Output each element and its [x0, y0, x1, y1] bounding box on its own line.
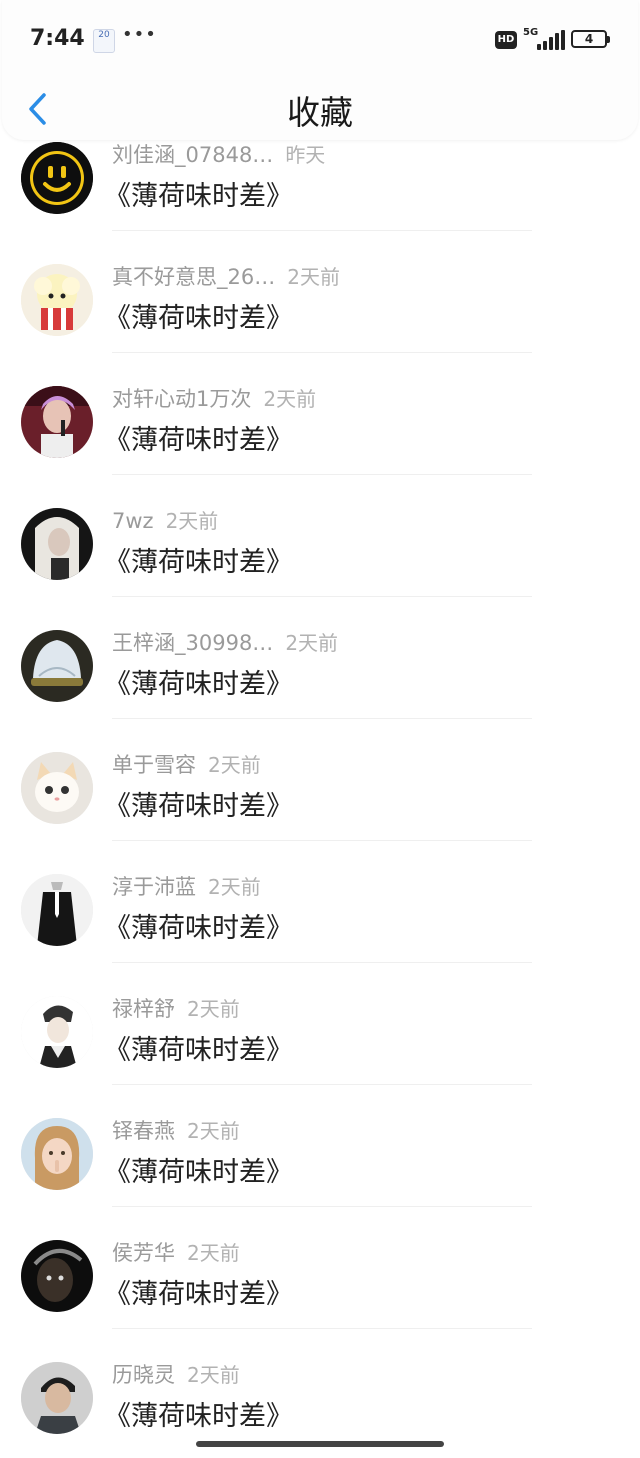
- avatar[interactable]: [21, 874, 93, 946]
- user-name: 历晓灵: [112, 1363, 175, 1387]
- timestamp: 2天前: [263, 387, 317, 411]
- avatar[interactable]: [21, 386, 93, 458]
- timestamp: 2天前: [187, 997, 240, 1021]
- page-title: 收藏: [287, 93, 353, 132]
- hd-icon: HD: [495, 31, 517, 49]
- divider: [112, 718, 532, 719]
- timestamp: 2天前: [165, 509, 219, 533]
- user-name: 淳于沛蓝: [112, 875, 196, 899]
- user-name: 王梓涵_30998…: [112, 631, 274, 655]
- timestamp: 2天前: [287, 265, 340, 289]
- book-title[interactable]: 《薄荷味时差》: [104, 1394, 293, 1433]
- status-bar: 7:44 20 ••• HD 5G 4: [2, 0, 638, 80]
- more-notifications-icon: •••: [122, 24, 157, 45]
- battery-icon: 4: [571, 30, 610, 48]
- favorites-screen: 刘佳涵_07848… 昨天 《薄荷味时差》 真不好意思_26… 2天前 《薄荷味…: [0, 0, 640, 1458]
- book-title[interactable]: 《薄荷味时差》: [104, 906, 293, 945]
- nav-bar: 收藏: [2, 80, 638, 140]
- divider: [112, 840, 532, 841]
- avatar[interactable]: [21, 1118, 93, 1190]
- divider: [112, 596, 532, 597]
- user-name: 禄梓舒: [112, 997, 175, 1021]
- status-time: 7:44: [30, 26, 85, 51]
- book-title[interactable]: 《薄荷味时差》: [104, 1028, 293, 1067]
- book-title[interactable]: 《薄荷味时差》: [104, 1150, 293, 1189]
- timestamp: 2天前: [208, 875, 261, 899]
- user-name: 侯芳华: [112, 1241, 175, 1265]
- user-name: 7wz: [112, 509, 154, 533]
- avatar[interactable]: [21, 630, 93, 702]
- list-item[interactable]: 禄梓舒 2天前 《薄荷味时差》: [0, 988, 640, 1110]
- book-title[interactable]: 《薄荷味时差》: [104, 662, 293, 701]
- date-badge: 20: [93, 29, 115, 53]
- divider: [112, 1084, 532, 1085]
- user-name: 刘佳涵_07848…: [112, 143, 274, 167]
- list-item[interactable]: 对轩心动1万次 2天前 《薄荷味时差》: [0, 378, 640, 500]
- signal-icon: 5G: [523, 27, 565, 51]
- list-item[interactable]: 真不好意思_26… 2天前 《薄荷味时差》: [0, 256, 640, 378]
- avatar[interactable]: [21, 142, 93, 214]
- book-title[interactable]: 《薄荷味时差》: [104, 296, 293, 335]
- book-title[interactable]: 《薄荷味时差》: [104, 418, 293, 457]
- list-item[interactable]: 单于雪容 2天前 《薄荷味时差》: [0, 744, 640, 866]
- header: 7:44 20 ••• HD 5G 4 收藏: [2, 0, 638, 140]
- list-item[interactable]: 淳于沛蓝 2天前 《薄荷味时差》: [0, 866, 640, 988]
- list-item[interactable]: 7wz 2天前 《薄荷味时差》: [0, 500, 640, 622]
- home-indicator[interactable]: [196, 1441, 444, 1447]
- list-item[interactable]: 王梓涵_30998… 2天前 《薄荷味时差》: [0, 622, 640, 744]
- divider: [112, 1206, 532, 1207]
- list-item[interactable]: 刘佳涵_07848… 昨天 《薄荷味时差》: [0, 134, 640, 256]
- divider: [112, 1328, 532, 1329]
- divider: [112, 352, 532, 353]
- timestamp: 2天前: [187, 1241, 240, 1265]
- timestamp: 2天前: [187, 1119, 240, 1143]
- list-item[interactable]: 铎春燕 2天前 《薄荷味时差》: [0, 1110, 640, 1232]
- favorites-list: 刘佳涵_07848… 昨天 《薄荷味时差》 真不好意思_26… 2天前 《薄荷味…: [0, 0, 640, 1458]
- timestamp: 2天前: [187, 1363, 240, 1387]
- book-title[interactable]: 《薄荷味时差》: [104, 784, 293, 823]
- avatar[interactable]: [21, 264, 93, 336]
- list-item[interactable]: 侯芳华 2天前 《薄荷味时差》: [0, 1232, 640, 1354]
- user-name: 单于雪容: [112, 753, 196, 777]
- divider: [112, 962, 532, 963]
- timestamp: 2天前: [208, 753, 261, 777]
- timestamp: 昨天: [285, 143, 326, 167]
- timestamp: 2天前: [285, 631, 339, 655]
- avatar[interactable]: [21, 1362, 93, 1434]
- user-name: 对轩心动1万次: [112, 387, 252, 411]
- avatar[interactable]: [21, 508, 93, 580]
- user-name: 真不好意思_26…: [112, 265, 276, 289]
- avatar[interactable]: [21, 1240, 93, 1312]
- avatar[interactable]: [21, 996, 93, 1068]
- divider: [112, 474, 532, 475]
- user-name: 铎春燕: [112, 1119, 175, 1143]
- network-type: 5G: [523, 27, 539, 38]
- divider: [112, 230, 532, 231]
- book-title[interactable]: 《薄荷味时差》: [104, 540, 293, 579]
- avatar[interactable]: [21, 752, 93, 824]
- book-title[interactable]: 《薄荷味时差》: [104, 1272, 293, 1311]
- book-title[interactable]: 《薄荷味时差》: [104, 174, 293, 213]
